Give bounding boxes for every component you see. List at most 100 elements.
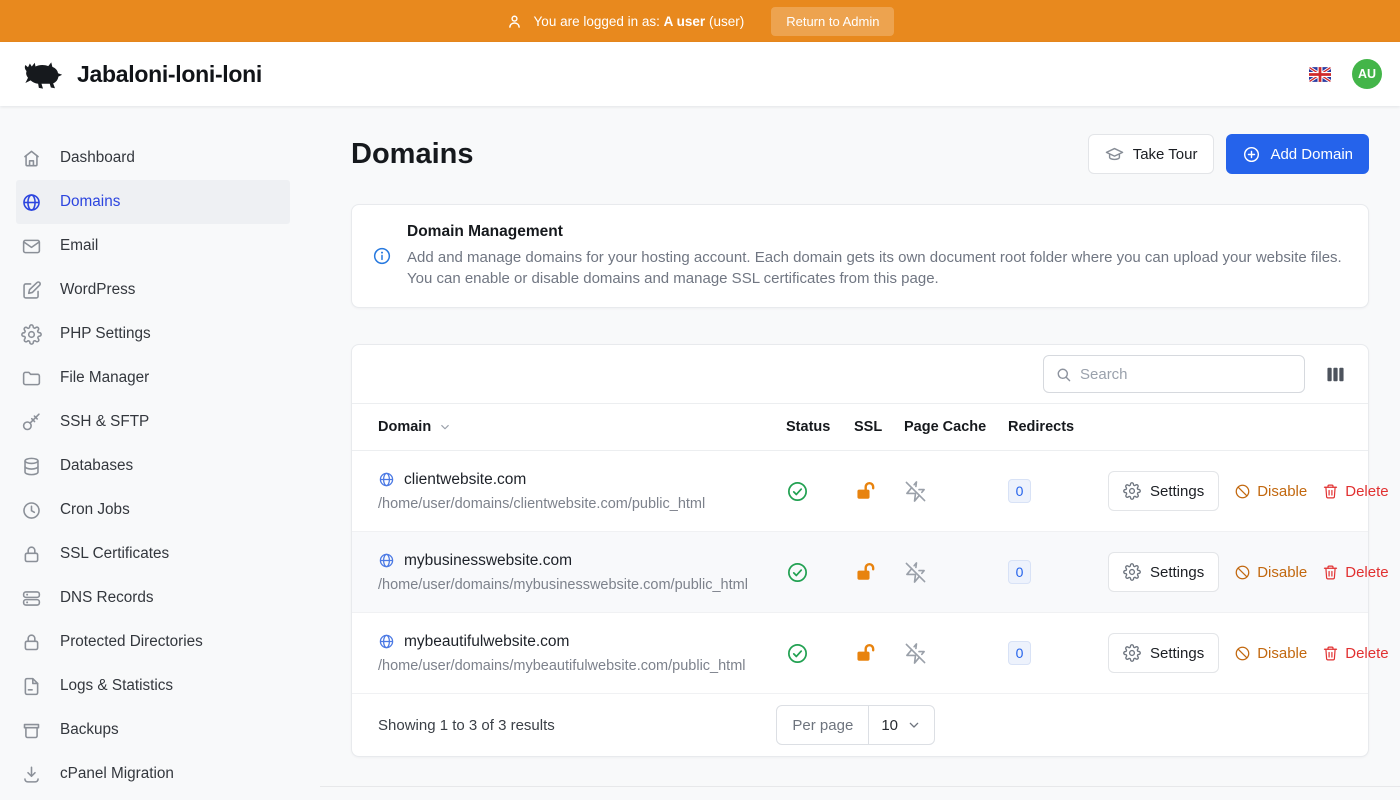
column-header-page-cache: Page Cache <box>904 419 1008 435</box>
plus-circle-icon <box>1242 145 1261 164</box>
column-header-redirects: Redirects <box>1008 419 1108 435</box>
avatar[interactable]: AU <box>1352 59 1382 89</box>
sidebar-item-label: SSH & SFTP <box>60 413 149 431</box>
sidebar-item-label: Databases <box>60 457 133 475</box>
ssl-unlocked-icon[interactable] <box>854 480 877 503</box>
ban-icon <box>1234 564 1251 581</box>
add-domain-button[interactable]: Add Domain <box>1226 134 1369 174</box>
ssl-unlocked-icon[interactable] <box>854 642 877 665</box>
domain-cell: mybusinesswebsite.com /home/user/domains… <box>378 552 786 593</box>
domain-name[interactable]: mybusinesswebsite.com <box>378 552 786 570</box>
sidebar-item-email[interactable]: Email <box>16 224 290 268</box>
sidebar-item-file-manager[interactable]: File Manager <box>16 356 290 400</box>
settings-button[interactable]: Settings <box>1108 552 1219 592</box>
delete-button[interactable]: Delete <box>1322 483 1388 500</box>
server-icon <box>21 588 42 609</box>
search-icon <box>1055 366 1072 383</box>
info-box-title: Domain Management <box>407 223 1348 241</box>
download-icon <box>21 764 42 785</box>
redirects-count-badge[interactable]: 0 <box>1008 641 1031 665</box>
column-header-domain[interactable]: Domain <box>378 419 786 435</box>
sidebar-item-label: Logs & Statistics <box>60 677 173 695</box>
columns-icon <box>1324 363 1347 386</box>
home-icon <box>21 148 42 169</box>
impersonated-user-name: A user <box>664 14 706 29</box>
sidebar-item-domains[interactable]: Domains <box>16 180 290 224</box>
sidebar-item-label: File Manager <box>60 369 149 387</box>
app-header: Jabaloni-loni-loni AU <box>0 42 1400 106</box>
status-cell <box>786 642 854 665</box>
impersonation-message: You are logged in as: A user (user) <box>534 14 745 29</box>
brand[interactable]: Jabaloni-loni-loni <box>16 57 262 91</box>
disable-button[interactable]: Disable <box>1234 483 1307 500</box>
page-cache-off-icon[interactable] <box>904 561 927 584</box>
sidebar-item-protected-directories[interactable]: Protected Directories <box>16 620 290 664</box>
sidebar-item-label: DNS Records <box>60 589 154 607</box>
sidebar-item-php-settings[interactable]: PHP Settings <box>16 312 290 356</box>
sidebar-item-label: SSL Certificates <box>60 545 169 563</box>
sidebar-item-label: Email <box>60 237 98 255</box>
settings-button[interactable]: Settings <box>1108 633 1219 673</box>
search-input[interactable] <box>1080 366 1293 383</box>
footer-divider <box>320 786 1400 787</box>
key-icon <box>21 412 42 433</box>
settings-button[interactable]: Settings <box>1108 471 1219 511</box>
sidebar-item-dns-records[interactable]: DNS Records <box>16 576 290 620</box>
page-cache-cell <box>904 480 1008 503</box>
sidebar-item-cpanel-migration[interactable]: cPanel Migration <box>16 752 290 796</box>
domain-name[interactable]: clientwebsite.com <box>378 471 786 489</box>
sidebar-item-dashboard[interactable]: Dashboard <box>16 136 290 180</box>
redirects-count-badge[interactable]: 0 <box>1008 560 1031 584</box>
redirects-cell: 0 <box>1008 560 1108 584</box>
language-flag-uk-icon[interactable] <box>1309 67 1331 82</box>
table-row: mybusinesswebsite.com /home/user/domains… <box>352 532 1368 613</box>
delete-button[interactable]: Delete <box>1322 564 1388 581</box>
mail-icon <box>21 236 42 257</box>
domain-cell: clientwebsite.com /home/user/domains/cli… <box>378 471 786 512</box>
sidebar-item-cron-jobs[interactable]: Cron Jobs <box>16 488 290 532</box>
sidebar-item-label: Domains <box>60 193 120 211</box>
database-icon <box>21 456 42 477</box>
table-footer: Showing 1 to 3 of 3 results Per page 10 <box>352 694 1368 756</box>
delete-button[interactable]: Delete <box>1322 645 1388 662</box>
ssl-unlocked-icon[interactable] <box>854 561 877 584</box>
person-icon <box>506 13 523 30</box>
return-to-admin-button[interactable]: Return to Admin <box>771 7 894 36</box>
sort-chevron-down-icon <box>438 420 452 434</box>
lock-icon <box>21 632 42 653</box>
page-title: Domains <box>351 138 473 171</box>
edit-icon <box>21 280 42 301</box>
sidebar-item-ssh-sftp[interactable]: SSH & SFTP <box>16 400 290 444</box>
sidebar-item-logs-statistics[interactable]: Logs & Statistics <box>16 664 290 708</box>
sidebar-item-wordpress[interactable]: WordPress <box>16 268 290 312</box>
per-page-select[interactable]: 10 <box>869 706 934 744</box>
boar-logo-icon <box>16 57 64 91</box>
file-icon <box>21 676 42 697</box>
sidebar-item-ssl-certificates[interactable]: SSL Certificates <box>16 532 290 576</box>
redirects-count-badge[interactable]: 0 <box>1008 479 1031 503</box>
column-settings-button[interactable] <box>1322 361 1349 388</box>
ssl-cell <box>854 642 904 665</box>
chevron-down-icon <box>906 717 922 733</box>
impersonated-user-role: (user) <box>709 14 744 29</box>
sidebar-item-label: PHP Settings <box>60 325 151 343</box>
gear-icon <box>1123 563 1141 581</box>
disable-button[interactable]: Disable <box>1234 645 1307 662</box>
disable-button[interactable]: Disable <box>1234 564 1307 581</box>
domain-name[interactable]: mybeautifulwebsite.com <box>378 633 786 651</box>
folder-icon <box>21 368 42 389</box>
info-box: Domain Management Add and manage domains… <box>351 204 1369 308</box>
table-body: clientwebsite.com /home/user/domains/cli… <box>352 451 1368 694</box>
main-content: Domains Take Tour Add Domain Domain Mana… <box>305 106 1400 800</box>
sidebar-item-backups[interactable]: Backups <box>16 708 290 752</box>
ssl-cell <box>854 561 904 584</box>
globe-icon <box>21 192 42 213</box>
take-tour-button[interactable]: Take Tour <box>1088 134 1215 174</box>
trash-icon <box>1322 645 1339 662</box>
sidebar-item-databases[interactable]: Databases <box>16 444 290 488</box>
page-cache-off-icon[interactable] <box>904 642 927 665</box>
page-cache-off-icon[interactable] <box>904 480 927 503</box>
document-root-path: /home/user/domains/mybeautifulwebsite.co… <box>378 658 786 674</box>
sidebar-item-label: Backups <box>60 721 119 739</box>
gear-icon <box>1123 644 1141 662</box>
